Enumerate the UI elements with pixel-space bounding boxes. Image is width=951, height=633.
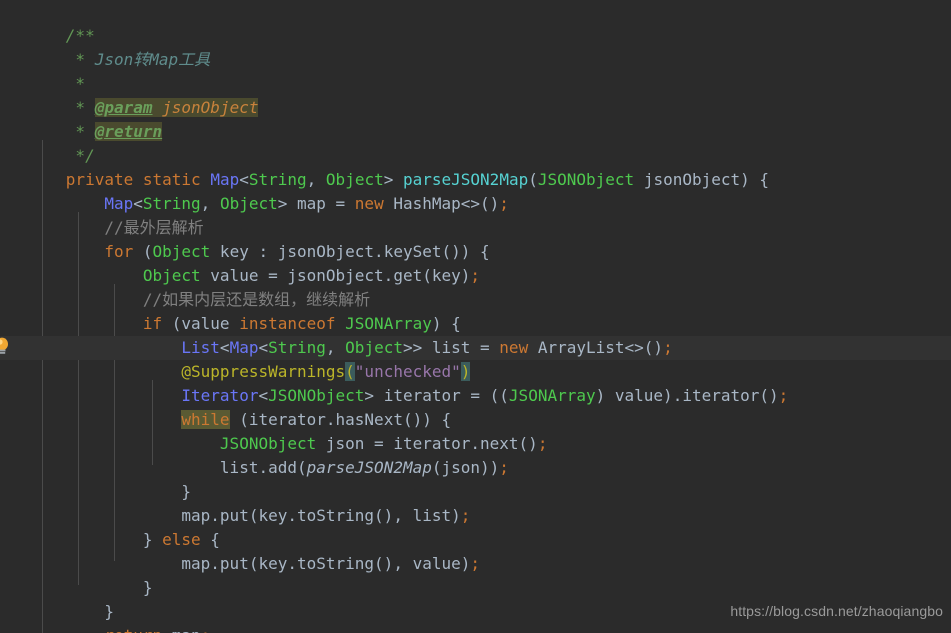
code-content[interactable]: /** * Json转Map工具 * * @param jsonObject *… bbox=[0, 0, 789, 633]
code-line[interactable]: while (iterator.hasNext()) { bbox=[0, 384, 451, 429]
code-line[interactable]: } bbox=[0, 456, 191, 501]
code-line[interactable]: } bbox=[0, 552, 153, 597]
type-object: Object bbox=[219, 194, 278, 213]
method-call-recursive: parseJSON2Map bbox=[306, 458, 432, 477]
code-line[interactable]: /** bbox=[0, 0, 95, 45]
code-editor[interactable]: /** * Json转Map工具 * * @param jsonObject *… bbox=[0, 0, 951, 633]
type-jsonobject: JSONObject bbox=[537, 170, 635, 189]
code-line[interactable]: * @return bbox=[0, 96, 163, 141]
code-line[interactable]: for (Object key : jsonObject.keySet()) { bbox=[0, 216, 489, 261]
code-line[interactable]: Iterator<JSONObject> iterator = ((JSONAr… bbox=[0, 360, 788, 405]
kw-new: new bbox=[354, 194, 384, 213]
code-line[interactable]: } bbox=[0, 576, 114, 621]
code-line[interactable]: map.put(key.toString(), value); bbox=[0, 528, 480, 573]
code-line[interactable]: * @param jsonObject bbox=[0, 72, 259, 117]
code-line[interactable]: * Json转Map工具 bbox=[0, 24, 210, 69]
javadoc-param-value: jsonObject bbox=[162, 98, 259, 117]
type-jsonarray: JSONArray bbox=[508, 386, 596, 405]
kw-return: return bbox=[104, 626, 162, 633]
code-line[interactable]: //如果内层还是数组，继续解析 bbox=[0, 264, 370, 309]
code-line[interactable]: list.add(parseJSON2Map(json)); bbox=[0, 432, 509, 477]
code-line[interactable]: } else { bbox=[0, 504, 220, 549]
kw-new: new bbox=[499, 338, 529, 357]
code-line[interactable]: if (value instanceof JSONArray) { bbox=[0, 288, 461, 333]
code-line[interactable]: * bbox=[0, 48, 85, 93]
code-line[interactable]: private static Map<String, Object> parse… bbox=[0, 144, 769, 189]
code-line[interactable]: map.put(key.toString(), list); bbox=[0, 480, 470, 525]
code-line[interactable]: List<Map<String, Object>> list = new Arr… bbox=[0, 312, 672, 357]
code-line[interactable]: //最外层解析 bbox=[0, 192, 203, 237]
code-line[interactable]: Map<String, Object> map = new HashMap<>(… bbox=[0, 168, 509, 213]
code-line[interactable]: @SuppressWarnings("unchecked") bbox=[0, 336, 471, 381]
code-line[interactable]: return map; bbox=[0, 600, 210, 633]
code-line[interactable]: JSONObject json = iterator.next(); bbox=[0, 408, 548, 453]
code-line[interactable]: Object value = jsonObject.get(key); bbox=[0, 240, 480, 285]
javadoc-return-tag: @return bbox=[94, 122, 163, 141]
javadoc-summary: Json转Map工具 bbox=[94, 50, 211, 69]
code-line[interactable]: } bbox=[0, 624, 75, 633]
watermark-url: https://blog.csdn.net/zhaoqiangbo bbox=[730, 603, 943, 619]
code-line[interactable]: */ bbox=[0, 120, 94, 165]
